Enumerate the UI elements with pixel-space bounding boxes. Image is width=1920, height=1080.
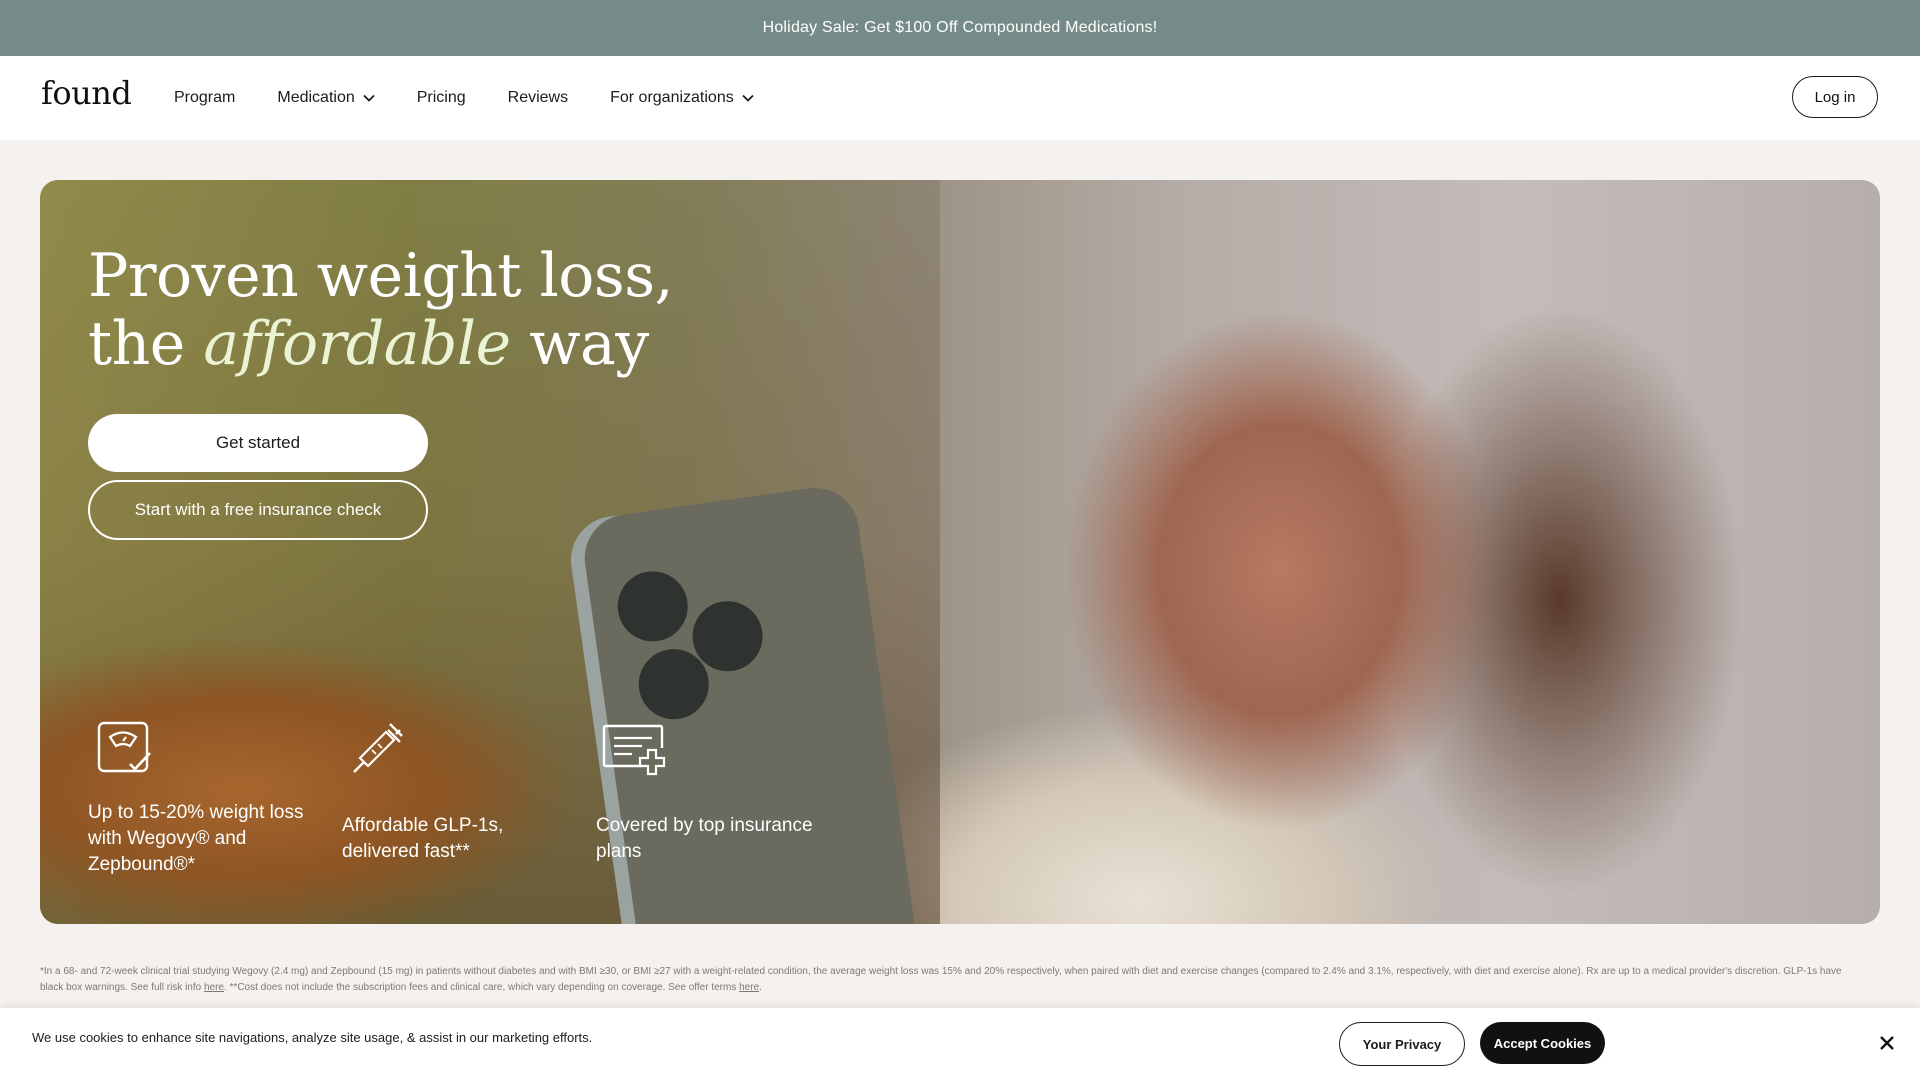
hero-title-line1: Proven weight loss,: [88, 241, 674, 311]
promo-banner[interactable]: Holiday Sale: Get $100 Off Compounded Me…: [0, 0, 1920, 56]
cookie-banner: We use cookies to enhance site navigatio…: [0, 1008, 1920, 1080]
promo-text[interactable]: Holiday Sale: Get $100 Off Compounded Me…: [763, 19, 1158, 37]
insurance-check-button[interactable]: Start with a free insurance check: [88, 480, 428, 540]
nav-links: Program Medication Pricing Reviews For o…: [174, 56, 796, 140]
scale-check-icon: [97, 721, 151, 773]
main-navigation: found Program Medication Pricing Reviews…: [0, 56, 1920, 140]
offer-terms-link[interactable]: here: [739, 982, 759, 993]
feature-text: Up to 15-20% weight loss with Wegovy® an…: [88, 802, 304, 875]
syringe-icon: [353, 723, 403, 773]
nav-item-label: For organizations: [610, 89, 734, 106]
nav-item-label: Pricing: [416, 89, 466, 106]
nav-item-reviews[interactable]: Reviews: [508, 89, 568, 107]
legal-disclaimer: *In a 68- and 72-week clinical trial stu…: [40, 964, 1850, 996]
chevron-down-icon: [363, 94, 375, 102]
nav-item-program[interactable]: Program: [174, 89, 235, 107]
nav-item-label: Program: [174, 89, 236, 106]
login-button[interactable]: Log in: [1792, 76, 1878, 118]
nav-item-pricing[interactable]: Pricing: [417, 89, 466, 107]
hero-title-line2-post: way: [510, 309, 649, 379]
risk-info-link[interactable]: here: [204, 982, 224, 993]
cookie-message: We use cookies to enhance site navigatio…: [32, 1030, 593, 1045]
hero-section: Proven weight loss, the affordable way G…: [40, 180, 1880, 924]
disclaimer-text: . **Cost does not include the subscripti…: [223, 982, 740, 993]
hero-title-line2-pre: the: [88, 309, 204, 379]
chevron-down-icon: [742, 94, 754, 102]
hero-title: Proven weight loss, the affordable way: [88, 241, 674, 379]
found-logo[interactable]: found: [41, 74, 132, 112]
nav-item-label: Reviews: [507, 89, 569, 106]
feature-text: Covered by top insurance plans: [596, 815, 813, 862]
disclaimer-text: .: [759, 982, 762, 993]
accept-cookies-button[interactable]: Accept Cookies: [1480, 1022, 1605, 1064]
nav-item-organizations[interactable]: For organizations: [610, 89, 754, 107]
get-started-button[interactable]: Get started: [88, 414, 428, 472]
nav-item-medication[interactable]: Medication: [277, 89, 375, 107]
nav-item-label: Medication: [277, 89, 355, 106]
your-privacy-button[interactable]: Your Privacy: [1339, 1022, 1465, 1066]
feature-text: Affordable GLP-1s, delivered fast**: [342, 815, 504, 862]
hero-title-emphasis: affordable: [203, 309, 511, 379]
insurance-card-icon: [602, 724, 666, 776]
close-icon[interactable]: [1876, 1032, 1898, 1054]
